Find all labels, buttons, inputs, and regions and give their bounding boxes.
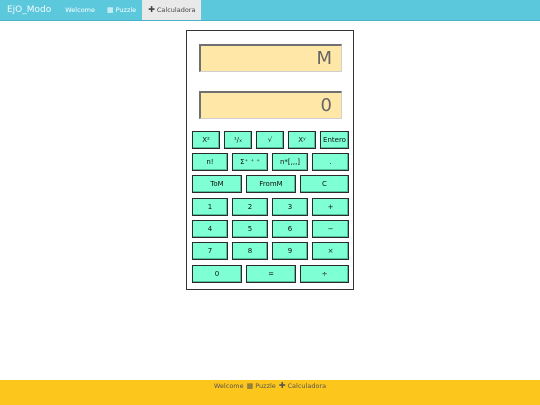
list-button[interactable]: n*[,,,]	[272, 153, 308, 171]
summation-button[interactable]: Σ⁺ ⁺ ⁺	[232, 153, 268, 171]
divide-button[interactable]: ÷	[300, 265, 349, 283]
digit-6-button[interactable]: 6	[272, 220, 308, 238]
main-display: 0	[199, 91, 342, 119]
memory-display: M	[199, 44, 342, 72]
integer-button[interactable]: Entero	[320, 131, 349, 149]
digit-0-button[interactable]: 0	[192, 265, 242, 283]
decimal-button[interactable]: .	[312, 153, 349, 171]
nav-welcome-label: Welcome	[65, 5, 95, 14]
plus-icon: ✚	[148, 5, 155, 14]
footer-nav: Welcome ▦ Puzzle ✚ Calculadora	[214, 381, 327, 391]
nav-calculadora-label: Calculadora	[156, 5, 196, 14]
equals-button[interactable]: =	[246, 265, 296, 283]
brand-title[interactable]: EjO_Modo	[0, 0, 59, 20]
subtract-button[interactable]: −	[312, 220, 349, 238]
footer-link-welcome[interactable]: Welcome	[214, 382, 244, 390]
sqrt-button[interactable]: √	[256, 131, 284, 149]
reciprocal-button[interactable]: ¹/ₓ	[224, 131, 252, 149]
grid-icon: ▦	[107, 5, 114, 14]
power-button[interactable]: Xʸ	[288, 131, 316, 149]
square-button[interactable]: X²	[192, 131, 220, 149]
digit-7-button[interactable]: 7	[192, 242, 228, 260]
digit-2-button[interactable]: 2	[232, 198, 268, 216]
multiply-button[interactable]: ×	[312, 242, 349, 260]
footer-puzzle-label: Puzzle	[255, 382, 276, 390]
grid-icon: ▦	[246, 381, 254, 390]
digit-3-button[interactable]: 3	[272, 198, 308, 216]
footer-bar: Welcome ▦ Puzzle ✚ Calculadora	[0, 380, 540, 405]
footer-link-puzzle[interactable]: ▦ Puzzle	[247, 382, 276, 390]
digit-9-button[interactable]: 9	[272, 242, 308, 260]
nav-puzzle[interactable]: ▦ Puzzle	[101, 0, 142, 20]
top-navbar: EjO_Modo Welcome ▦ Puzzle ✚ Calculadora	[0, 0, 540, 21]
calculator-panel: M 0 X² ¹/ₓ √ Xʸ Entero n! Σ⁺ ⁺ ⁺ n*[,,,]…	[186, 30, 354, 290]
digit-8-button[interactable]: 8	[232, 242, 268, 260]
footer-welcome-label: Welcome	[213, 382, 244, 390]
digit-4-button[interactable]: 4	[192, 220, 228, 238]
plus-icon: ✚	[278, 381, 286, 390]
footer-link-calculadora[interactable]: ✚ Calculadora	[278, 381, 327, 391]
to-memory-button[interactable]: ToM	[192, 175, 242, 193]
nav-puzzle-label: Puzzle	[115, 5, 137, 14]
digit-5-button[interactable]: 5	[232, 220, 268, 238]
nav-welcome[interactable]: Welcome	[59, 0, 101, 20]
from-memory-button[interactable]: FromM	[246, 175, 296, 193]
nav-calculadora[interactable]: ✚ Calculadora	[142, 0, 202, 20]
clear-button[interactable]: C	[300, 175, 349, 193]
add-button[interactable]: +	[312, 198, 349, 216]
digit-1-button[interactable]: 1	[192, 198, 228, 216]
footer-calculadora-label: Calculadora	[287, 382, 327, 390]
factorial-button[interactable]: n!	[192, 153, 228, 171]
